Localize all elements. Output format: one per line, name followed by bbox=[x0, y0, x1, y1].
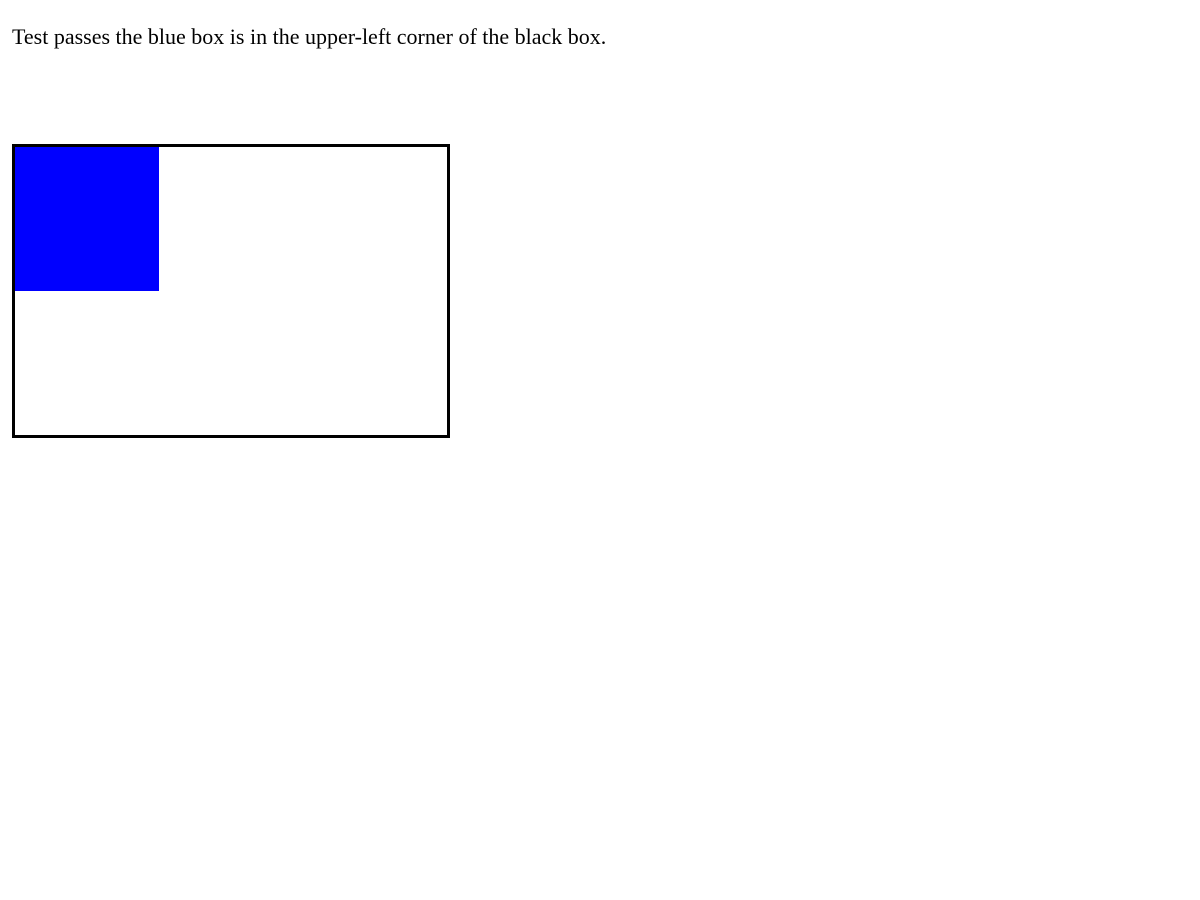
blue-box bbox=[15, 147, 159, 291]
test-instruction-text: Test passes the blue box is in the upper… bbox=[12, 24, 607, 49]
black-container-box bbox=[12, 144, 450, 438]
